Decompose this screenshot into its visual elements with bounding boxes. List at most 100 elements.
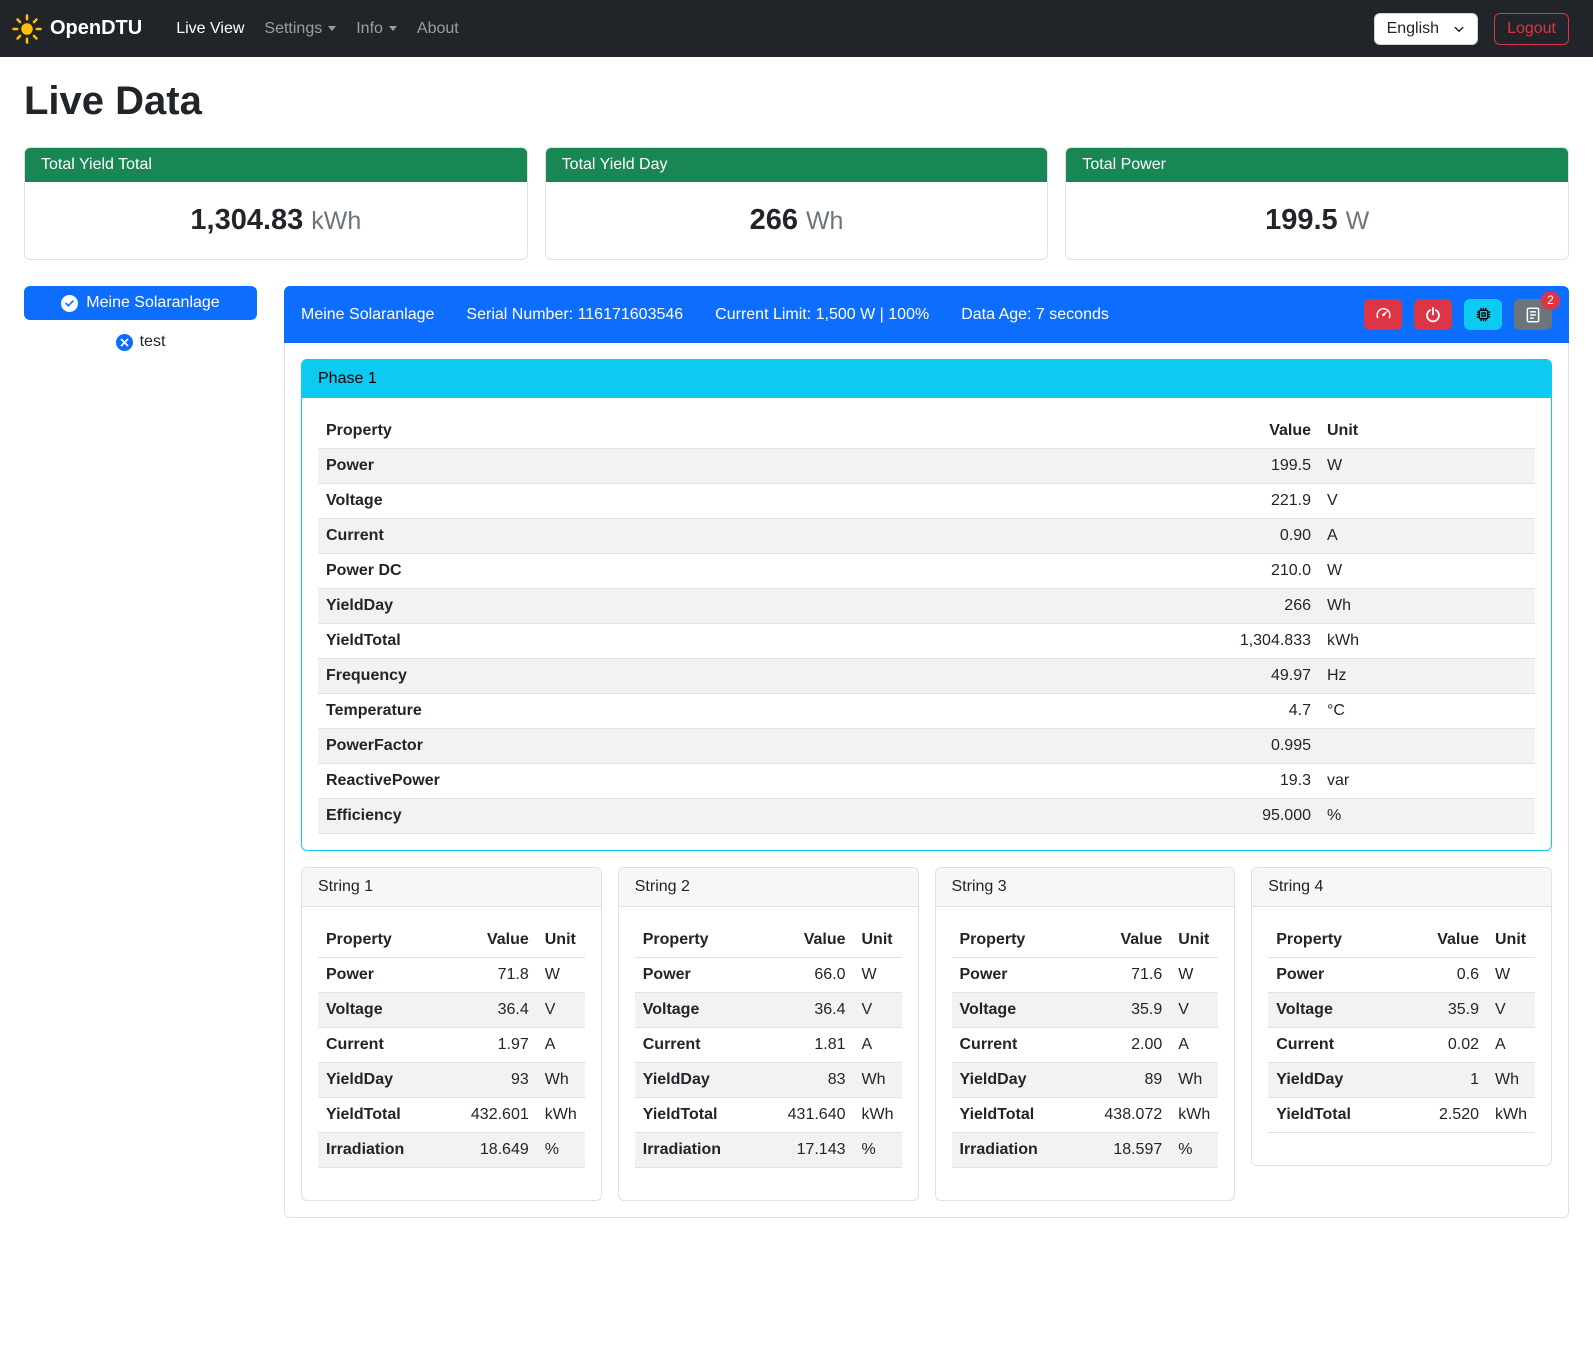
phase-table-body: Power 199.5 W Voltage 221.9 V — [318, 449, 1535, 834]
table-row: YieldDay 89 Wh — [952, 1063, 1219, 1098]
property-name: YieldDay — [318, 589, 1179, 624]
property-name: Power — [1268, 958, 1413, 993]
property-name: Irradiation — [318, 1133, 463, 1168]
table-row: Irradiation 18.597 % — [952, 1133, 1219, 1168]
nav-settings-label: Settings — [264, 20, 322, 38]
table-row: Power DC 210.0 W — [318, 554, 1535, 589]
col-property: Property — [952, 923, 1097, 958]
cpu-icon — [1474, 305, 1493, 324]
table-row: Voltage 221.9 V — [318, 484, 1535, 519]
speedometer-icon — [1374, 305, 1393, 324]
property-unit: kWh — [537, 1098, 585, 1133]
summary-card-value: 199.5 — [1265, 204, 1338, 236]
navbar: OpenDTU Live View Settings Info About En… — [0, 0, 1593, 57]
property-value: 18.597 — [1096, 1133, 1170, 1168]
navbar-right: English Logout — [1374, 13, 1569, 45]
property-value: 431.640 — [780, 1098, 854, 1133]
table-row: Irradiation 18.649 % — [318, 1133, 585, 1168]
property-name: Voltage — [318, 484, 1179, 519]
property-unit — [1319, 729, 1535, 764]
limit-settings-button[interactable] — [1364, 299, 1402, 330]
property-value: 35.9 — [1413, 993, 1487, 1028]
inverter-serial: Serial Number: 116171603546 — [466, 306, 683, 324]
property-unit: V — [1170, 993, 1218, 1028]
table-row: YieldTotal 438.072 kWh — [952, 1098, 1219, 1133]
col-unit: Unit — [1170, 923, 1218, 958]
property-unit: A — [1170, 1028, 1218, 1063]
nav-info-dropdown[interactable]: Info — [346, 12, 407, 46]
property-name: Current — [318, 1028, 463, 1063]
string-2-card: String 2 Property Value Unit — [618, 867, 919, 1201]
property-name: Power DC — [318, 554, 1179, 589]
property-unit: % — [1319, 799, 1535, 834]
nav-settings-dropdown[interactable]: Settings — [254, 12, 346, 46]
logout-button[interactable]: Logout — [1494, 13, 1569, 45]
property-value: 266 — [1179, 589, 1319, 624]
string-card-title: String 2 — [619, 868, 918, 907]
device-info-button[interactable] — [1464, 299, 1502, 330]
test-inverter-link[interactable]: test — [24, 333, 257, 351]
total-yield-day-card: Total Yield Day 266Wh — [545, 147, 1049, 260]
event-log-button[interactable]: 2 — [1514, 299, 1552, 330]
property-value: 89 — [1096, 1063, 1170, 1098]
property-name: YieldDay — [318, 1063, 463, 1098]
property-unit: Wh — [1487, 1063, 1535, 1098]
brand-label: OpenDTU — [50, 17, 142, 40]
property-value: 83 — [780, 1063, 854, 1098]
property-value: 95.000 — [1179, 799, 1319, 834]
inverter-select-button[interactable]: Meine Solaranlage — [24, 286, 257, 320]
property-name: Current — [318, 519, 1179, 554]
table-row: YieldTotal 432.601 kWh — [318, 1098, 585, 1133]
col-unit: Unit — [537, 923, 585, 958]
property-name: Voltage — [952, 993, 1097, 1028]
summary-card-title: Total Yield Total — [25, 148, 527, 182]
col-value: Value — [1413, 923, 1487, 958]
table-row: Irradiation 17.143 % — [635, 1133, 902, 1168]
property-name: Efficiency — [318, 799, 1179, 834]
summary-cards-row: Total Yield Total 1,304.83kWh Total Yiel… — [24, 147, 1569, 260]
property-unit: W — [1487, 958, 1535, 993]
power-toggle-button[interactable] — [1414, 299, 1452, 330]
table-row: YieldDay 83 Wh — [635, 1063, 902, 1098]
string-card-title: String 4 — [1252, 868, 1551, 907]
property-unit: Hz — [1319, 659, 1535, 694]
table-row: Efficiency 95.000 % — [318, 799, 1535, 834]
table-row: Power 71.6 W — [952, 958, 1219, 993]
property-unit: Wh — [1319, 589, 1535, 624]
property-value: 221.9 — [1179, 484, 1319, 519]
property-value: 35.9 — [1096, 993, 1170, 1028]
property-name: Frequency — [318, 659, 1179, 694]
property-value: 18.649 — [463, 1133, 537, 1168]
phase-card-title: Phase 1 — [302, 360, 1551, 398]
chevron-down-icon — [328, 26, 336, 31]
property-name: Power — [952, 958, 1097, 993]
property-value: 93 — [463, 1063, 537, 1098]
property-name: Irradiation — [635, 1133, 780, 1168]
table-header-row: Property Value Unit — [635, 923, 902, 958]
property-name: Irradiation — [952, 1133, 1097, 1168]
property-value: 4.7 — [1179, 694, 1319, 729]
property-unit: A — [537, 1028, 585, 1063]
inverter-select-label: Meine Solaranlage — [86, 294, 219, 312]
property-value: 2.00 — [1096, 1028, 1170, 1063]
string-card-title: String 1 — [302, 868, 601, 907]
table-row: Voltage 36.4 V — [635, 993, 902, 1028]
property-unit: kWh — [1487, 1098, 1535, 1133]
string-1-table: Property Value Unit Power — [318, 923, 585, 1168]
col-unit: Unit — [854, 923, 902, 958]
language-select[interactable]: English — [1374, 13, 1478, 45]
table-row: PowerFactor 0.995 — [318, 729, 1535, 764]
phase-table: Property Value Unit Power — [318, 414, 1535, 834]
col-value: Value — [780, 923, 854, 958]
summary-card-title: Total Yield Day — [546, 148, 1048, 182]
string-2-table: Property Value Unit Power — [635, 923, 902, 1168]
nav-live-view[interactable]: Live View — [166, 12, 254, 46]
brand-link[interactable]: OpenDTU — [12, 14, 142, 44]
property-name: Voltage — [318, 993, 463, 1028]
nav-about[interactable]: About — [407, 12, 469, 46]
property-value: 2.520 — [1413, 1098, 1487, 1133]
table-row: Current 0.90 A — [318, 519, 1535, 554]
property-value: 17.143 — [780, 1133, 854, 1168]
table-row: YieldTotal 2.520 kWh — [1268, 1098, 1535, 1133]
property-value: 1 — [1413, 1063, 1487, 1098]
